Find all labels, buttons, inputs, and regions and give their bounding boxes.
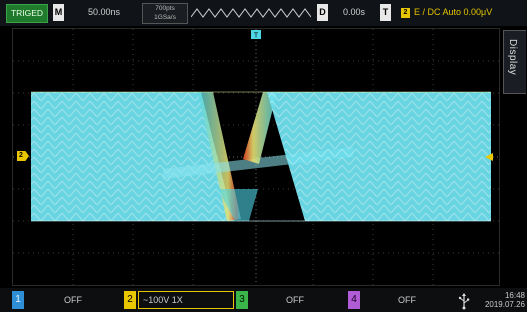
- display-menu-label: Display: [507, 39, 518, 76]
- ch2-number[interactable]: 2: [124, 291, 136, 309]
- memory-depth: 700pts: [155, 5, 175, 12]
- trigger-icon[interactable]: T: [380, 4, 391, 21]
- trigger-info[interactable]: E / DC Auto 0.00μV: [414, 4, 492, 21]
- timebase-value[interactable]: 50.00ns: [88, 4, 120, 21]
- ch2-status: ~100V 1X: [143, 295, 183, 305]
- ch3-number[interactable]: 3: [236, 291, 248, 309]
- clock: 16:48 2019.07.26: [475, 291, 525, 309]
- ch3-status[interactable]: OFF: [286, 291, 304, 309]
- usb-icon: [458, 293, 470, 310]
- main-timebase-icon[interactable]: M: [53, 4, 64, 21]
- display-menu-tab[interactable]: Display: [503, 30, 526, 94]
- ch4-status[interactable]: OFF: [398, 291, 416, 309]
- svg-text:T: T: [254, 33, 259, 40]
- waveform-trace-right: [267, 92, 491, 221]
- ch4-number[interactable]: 4: [348, 291, 360, 309]
- trigger-status-badge[interactable]: TRIGED: [6, 4, 48, 23]
- ch1-status[interactable]: OFF: [64, 291, 82, 309]
- delay-value[interactable]: 0.00s: [343, 4, 365, 21]
- sample-rate-box[interactable]: 700pts 1GSa/s: [142, 3, 188, 24]
- ch2-settings-box[interactable]: ~100V 1X: [138, 291, 234, 309]
- delay-icon[interactable]: D: [317, 4, 328, 21]
- sample-rate: 1GSa/s: [154, 14, 176, 21]
- waveform-canvas: T: [13, 29, 499, 285]
- waveform-display[interactable]: T 2: [12, 28, 500, 286]
- waveform-overview-icon[interactable]: [191, 6, 311, 20]
- ch2-marker-label: 2: [19, 152, 23, 159]
- clock-date: 2019.07.26: [484, 300, 525, 309]
- top-status-bar: TRIGED M 50.00ns 700pts 1GSa/s D 0.00s T…: [0, 0, 527, 26]
- channel-bar: 1 OFF 2 ~100V 1X 3 OFF 4 OFF: [0, 288, 527, 312]
- clock-time: 16:48: [504, 291, 525, 300]
- ch1-number[interactable]: 1: [12, 291, 24, 309]
- trigger-position-icon[interactable]: T: [251, 30, 261, 40]
- trigger-channel-badge: 2: [401, 8, 410, 18]
